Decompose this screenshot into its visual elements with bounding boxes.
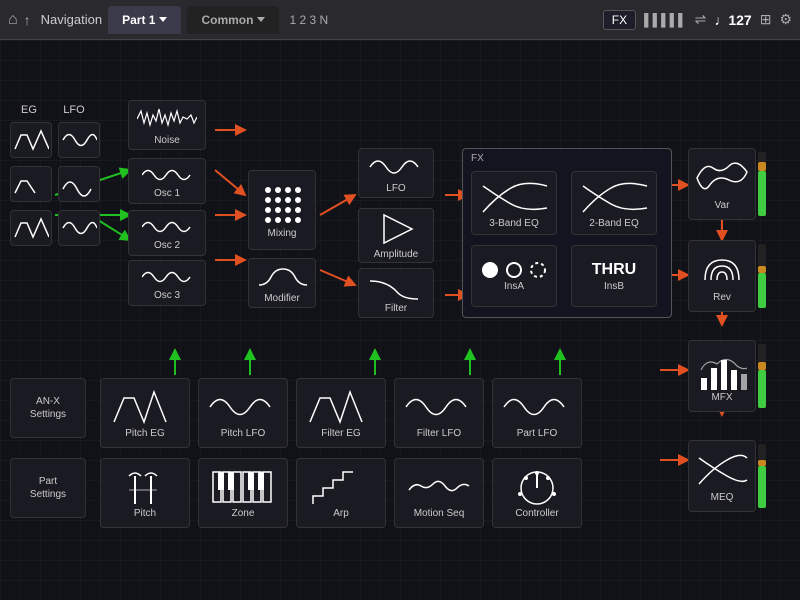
noise-icon (137, 105, 197, 133)
pitch-icon (115, 468, 175, 506)
filter-eg-icon (306, 388, 376, 426)
lfo3-wave-icon (61, 215, 97, 241)
lfo2-wave-icon (61, 171, 97, 197)
part-lfo-icon (502, 388, 572, 426)
noise-module[interactable]: Noise (128, 100, 206, 150)
usb-icon: ⇌ (695, 11, 707, 28)
filter-lfo-icon (404, 388, 474, 426)
eg2-wave-icon (13, 171, 49, 197)
lfo-main-icon (368, 153, 424, 181)
mixing-module[interactable]: Mixing (248, 170, 316, 250)
rev-module[interactable]: Rev (688, 240, 756, 312)
filter-icon (368, 273, 424, 301)
zone-icon (211, 468, 275, 506)
var-level-bar (758, 152, 766, 216)
eg3-module[interactable] (10, 210, 52, 246)
part1-dropdown-arrow (159, 17, 167, 22)
mixing-icon (260, 182, 304, 226)
zone-module[interactable]: Zone (198, 458, 288, 528)
tab-part1[interactable]: Part 1 (108, 6, 181, 34)
eq3band-module[interactable]: 3-Band EQ (471, 171, 557, 235)
eg-wave-module[interactable] (10, 122, 52, 158)
nav-label: Navigation (41, 12, 102, 27)
var-module[interactable]: Var (688, 148, 756, 220)
insb-module[interactable]: THRU InsB (571, 245, 657, 307)
arp-icon (309, 468, 373, 506)
osc3-icon (142, 266, 192, 288)
gear-icon[interactable]: ⚙ (779, 11, 792, 28)
insa-circle-icon (481, 261, 499, 279)
up-icon[interactable]: ↑ (24, 12, 31, 28)
eq2band-icon (579, 178, 649, 216)
eg2-module[interactable] (10, 166, 52, 202)
filter-lfo-module[interactable]: Filter LFO (394, 378, 484, 448)
meq-icon (695, 450, 749, 490)
pitch-eg-module[interactable]: Pitch EG (100, 378, 190, 448)
pitch-eg-icon (110, 388, 180, 426)
motion-seq-module[interactable]: Motion Seq (394, 458, 484, 528)
rev-level-bar (758, 244, 766, 308)
motion-seq-icon (407, 468, 471, 506)
fx-button[interactable]: FX (603, 10, 636, 30)
lfo-wave-module[interactable] (58, 122, 100, 158)
mfx-module[interactable]: MFX (688, 340, 756, 412)
eq2band-module[interactable]: 2-Band EQ (571, 171, 657, 235)
thru-text: THRU (592, 261, 636, 279)
eq3band-icon (479, 178, 549, 216)
amplitude-icon (376, 211, 416, 247)
lfo3-module[interactable] (58, 210, 100, 246)
controller-module[interactable]: Controller (492, 458, 582, 528)
meq-level-bar (758, 444, 766, 508)
controller-icon (512, 468, 562, 506)
filter-module[interactable]: Filter (358, 268, 434, 318)
lfo-wave-icon (61, 127, 97, 153)
insa-module[interactable]: InsA (471, 245, 557, 307)
osc2-icon (142, 216, 192, 238)
an-x-label: AN-XSettings (30, 395, 66, 421)
midi-bars-icon: ▌▌▌▌▌ (644, 13, 687, 27)
modifier-module[interactable]: Modifier (248, 258, 316, 308)
pitch-module[interactable]: Pitch (100, 458, 190, 528)
tempo-display: ♩127 (714, 12, 751, 28)
insa-dotring-icon (529, 261, 547, 279)
var-icon (695, 158, 749, 198)
pitch-lfo-icon (208, 388, 278, 426)
eg3-wave-icon (13, 215, 49, 241)
arp-module[interactable]: Arp (296, 458, 386, 528)
insa-ring-icon (505, 261, 523, 279)
home-icon[interactable]: ⌂ (8, 11, 18, 29)
lfo-label[interactable]: LFO (55, 100, 93, 120)
meq-module[interactable]: MEQ (688, 440, 756, 512)
seq-indicator: 1 2 3 N (289, 13, 328, 27)
tab-common[interactable]: Common (187, 6, 279, 34)
mfx-level-bar (758, 344, 766, 408)
amplitude-module[interactable]: Amplitude (358, 208, 434, 263)
nav-icons: ⌂ ↑ Navigation (8, 11, 102, 29)
rev-icon (695, 250, 749, 290)
fx-label: FX (471, 153, 484, 164)
pitch-lfo-module[interactable]: Pitch LFO (198, 378, 288, 448)
part-settings-module[interactable]: PartSettings (10, 458, 86, 518)
top-bar-right: FX ▌▌▌▌▌ ⇌ ♩127 ⊞ ⚙ (603, 10, 792, 30)
osc2-module[interactable]: Osc 2 (128, 210, 206, 256)
part-lfo-module[interactable]: Part LFO (492, 378, 582, 448)
lfo2-module[interactable] (58, 166, 100, 202)
filter-eg-module[interactable]: Filter EG (296, 378, 386, 448)
an-x-settings-module[interactable]: AN-XSettings (10, 378, 86, 438)
osc3-module[interactable]: Osc 3 (128, 260, 206, 306)
top-bar: ⌂ ↑ Navigation Part 1 Common 1 2 3 N FX … (0, 0, 800, 40)
mfx-icon (697, 350, 747, 390)
modifier-icon (257, 263, 307, 291)
part-settings-label: PartSettings (30, 475, 66, 501)
eg-module[interactable]: EG (10, 100, 48, 120)
eg-wave-icon (13, 127, 49, 153)
osc1-module[interactable]: Osc 1 (128, 158, 206, 204)
lfo-main-module[interactable]: LFO (358, 148, 434, 198)
common-dropdown-arrow (257, 17, 265, 22)
grid-icon[interactable]: ⊞ (760, 11, 772, 28)
main-content: EG LFO (0, 40, 800, 600)
osc1-icon (142, 164, 192, 186)
fx-container: FX 3-Band EQ 2-Band EQ (462, 148, 672, 318)
